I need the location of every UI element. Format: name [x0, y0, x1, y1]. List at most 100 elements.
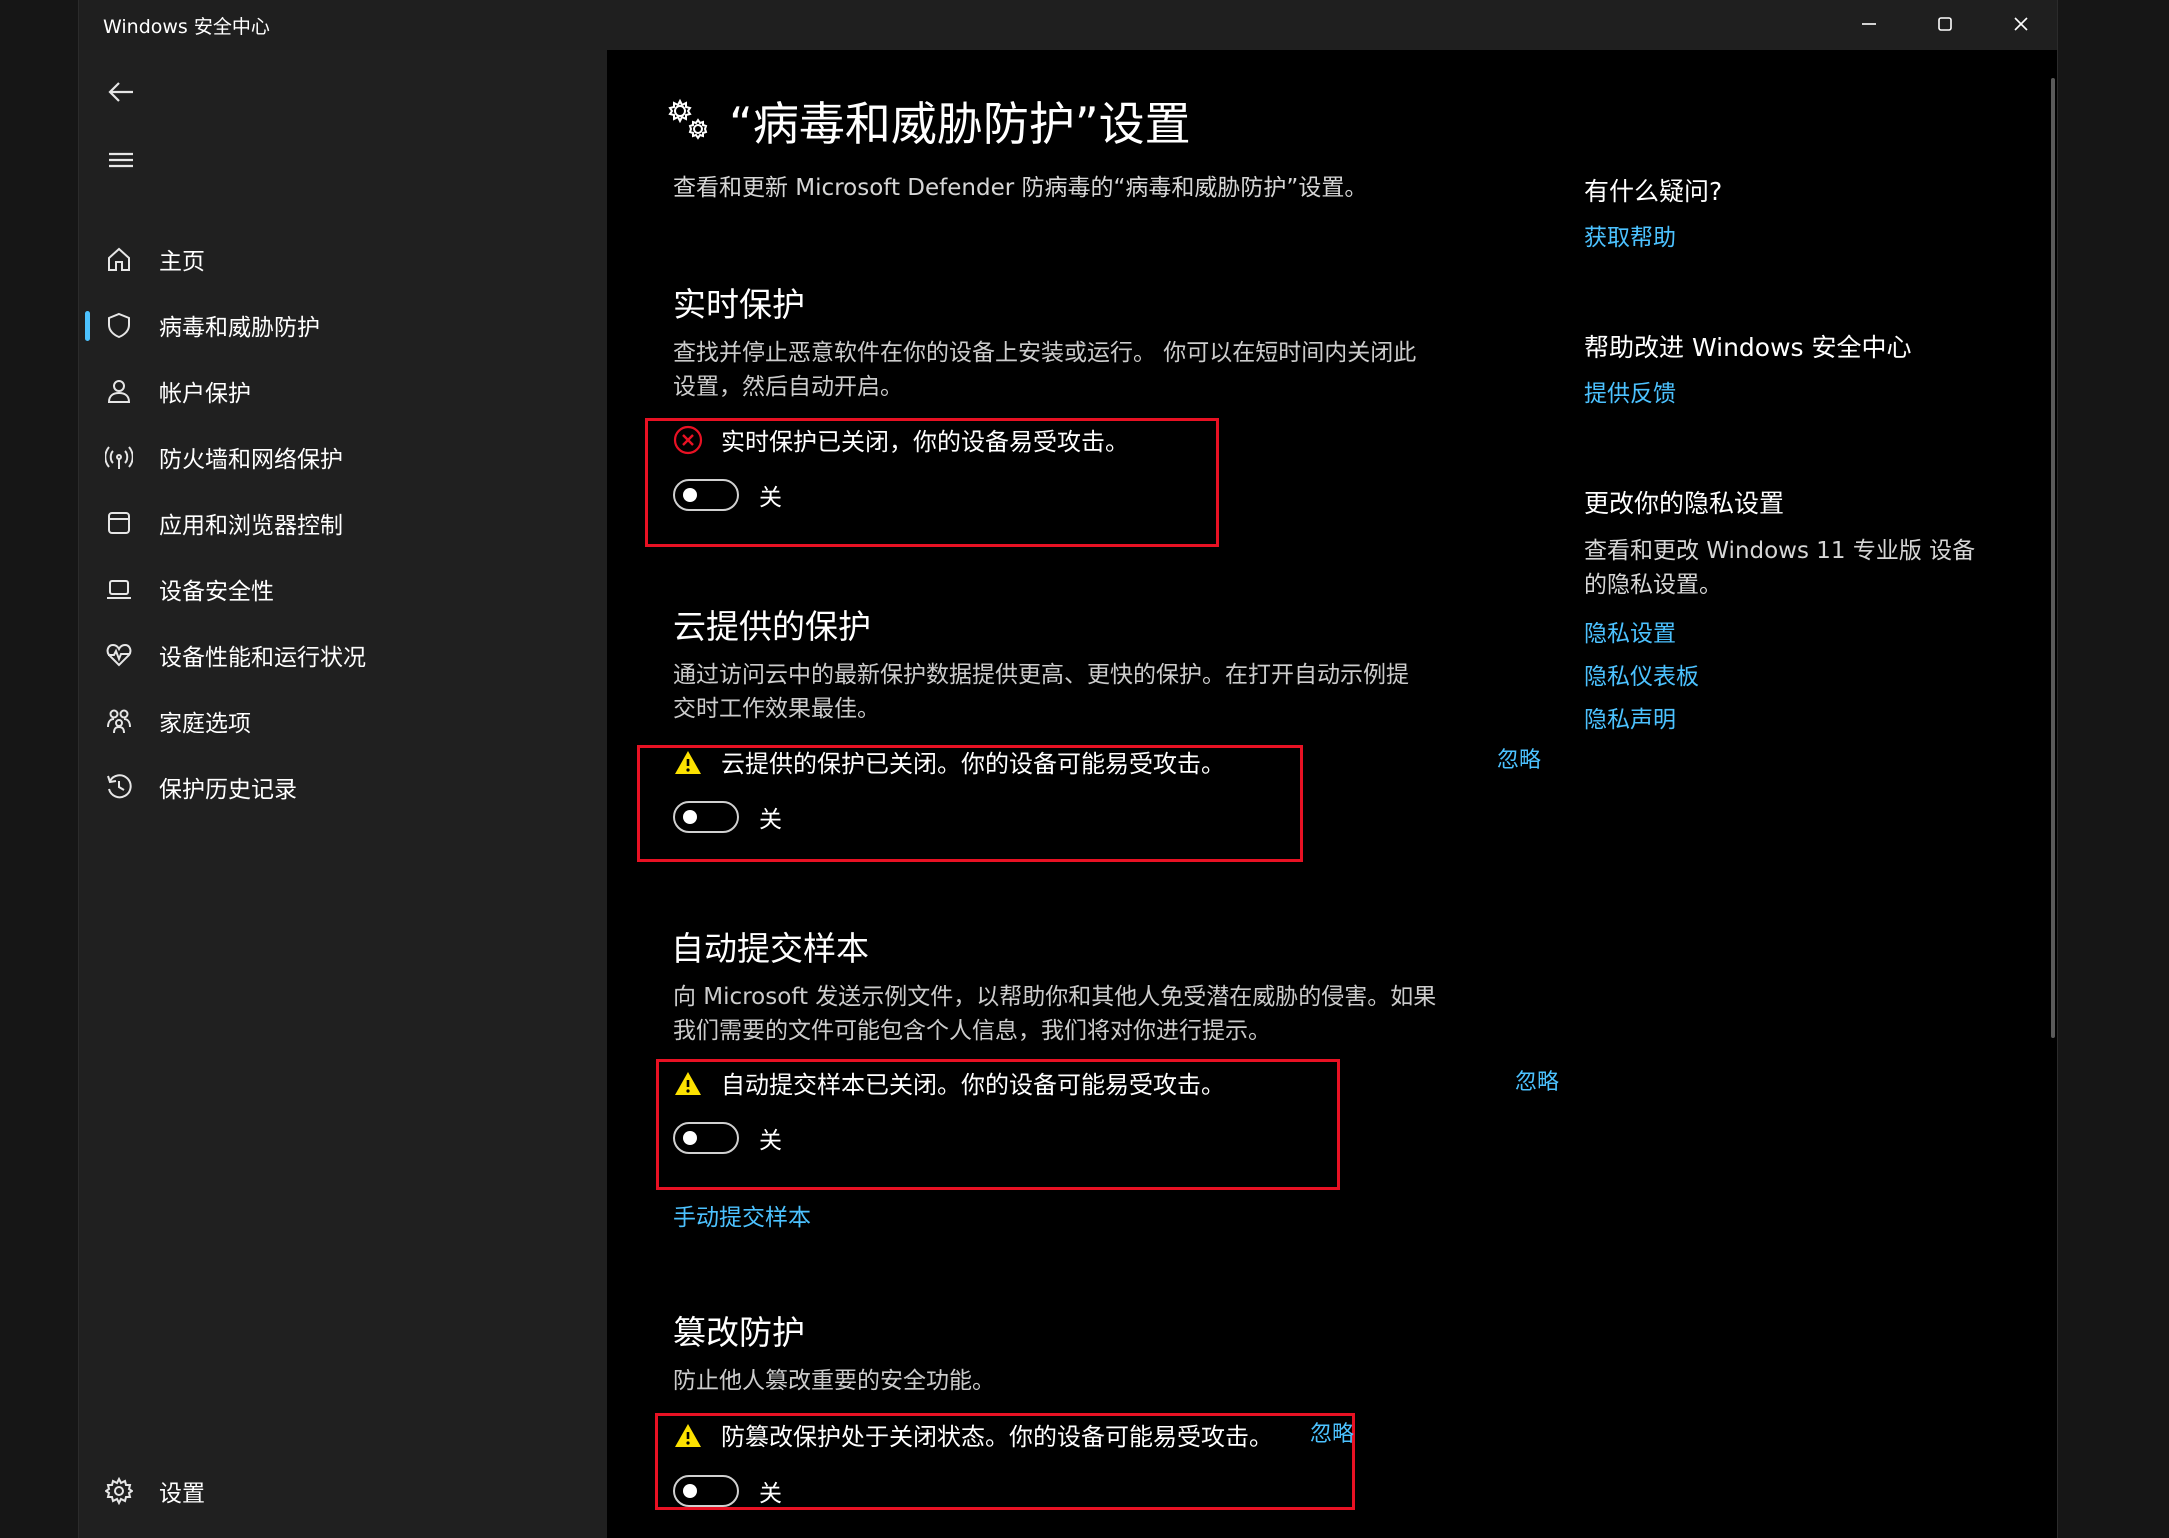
shield-icon	[99, 305, 139, 345]
nav-label: 设备性能和运行状况	[159, 645, 366, 671]
improve-heading: 帮助改进 Windows 安全中心	[1584, 333, 1912, 362]
app-window-icon	[99, 503, 139, 543]
section-title-sample-submission: 自动提交样本	[671, 929, 869, 968]
app-window: Windows 安全中心 主页 病毒和威胁防护 帐户保护 防火墙和网络保护 应用…	[78, 0, 2058, 1538]
sample-submission-toggle[interactable]	[673, 1122, 739, 1154]
privacy-statement-link[interactable]: 隐私声明	[1584, 700, 1676, 734]
scrollbar-thumb[interactable]	[2051, 78, 2055, 1038]
hamburger-icon	[109, 152, 133, 168]
toggle-knob	[683, 488, 697, 502]
alert-text: 防篡改保护处于关闭状态。你的设备可能易受攻击。	[721, 1423, 1273, 1451]
toggle-row-cloud-protection: 关	[673, 800, 782, 834]
wifi-antenna-icon	[99, 437, 139, 477]
page-header: “病毒和威胁防护”设置	[665, 88, 1191, 154]
toggle-state-label: 关	[759, 485, 782, 511]
nav-label: 应用和浏览器控制	[159, 513, 343, 539]
desc-line: 向 Microsoft 发送示例文件，以帮助你和其他人免受潜在威胁的侵害。如果	[673, 984, 1437, 1010]
home-icon	[99, 239, 139, 279]
nav-item-firewall[interactable]: 防火墙和网络保护	[83, 428, 593, 486]
person-icon	[99, 371, 139, 411]
privacy-desc-line: 的隐私设置。	[1584, 572, 1722, 598]
toggle-knob	[683, 1484, 697, 1498]
nav-label: 病毒和威胁防护	[159, 315, 320, 341]
back-button[interactable]	[93, 64, 149, 120]
toggle-row-tamper-protection: 关	[673, 1474, 782, 1508]
nav-label: 家庭选项	[159, 711, 251, 737]
section-desc-realtime-protection: 查找并停止恶意软件在你的设备上安装或运行。 你可以在短时间内关闭此 设置，然后自…	[673, 336, 1503, 404]
gear-icon	[99, 1471, 139, 1511]
minimize-button[interactable]	[1832, 0, 1906, 48]
toggle-row-realtime-protection: 关	[673, 478, 782, 512]
nav-item-home[interactable]: 主页	[83, 230, 593, 288]
desc-line: 防止他人篡改重要的安全功能。	[673, 1368, 995, 1394]
section-desc-tamper-protection: 防止他人篡改重要的安全功能。	[673, 1364, 1503, 1398]
close-icon	[2014, 17, 2028, 31]
history-icon	[99, 767, 139, 807]
warning-triangle-icon	[675, 1423, 701, 1447]
nav-item-protection-history[interactable]: 保护历史记录	[83, 758, 593, 816]
alert-text: 实时保护已关闭，你的设备易受攻击。	[721, 428, 1129, 456]
section-desc-cloud-protection: 通过访问云中的最新保护数据提供更高、更快的保护。在打开自动示例提 交时工作效果最…	[673, 658, 1503, 726]
desc-line: 查找并停止恶意软件在你的设备上安装或运行。 你可以在短时间内关闭此	[673, 340, 1417, 366]
get-help-link[interactable]: 获取帮助	[1584, 218, 1676, 252]
nav-item-device-performance[interactable]: 设备性能和运行状况	[83, 626, 593, 684]
section-title-tamper-protection: 篡改防护	[673, 1313, 805, 1352]
manual-sample-submission-link[interactable]: 手动提交样本	[673, 1198, 811, 1232]
toggle-knob	[683, 810, 697, 824]
toggle-state-label: 关	[759, 807, 782, 833]
active-indicator	[85, 311, 90, 341]
page-title: “病毒和威胁防护”设置	[729, 97, 1191, 151]
alert-sample-submission: 自动提交样本已关闭。你的设备可能易受攻击。	[673, 1065, 1225, 1100]
privacy-settings-link[interactable]: 隐私设置	[1584, 614, 1676, 648]
section-desc-sample-submission: 向 Microsoft 发送示例文件，以帮助你和其他人免受潜在威胁的侵害。如果 …	[673, 980, 1573, 1048]
desc-line: 交时工作效果最佳。	[673, 696, 880, 722]
feedback-link[interactable]: 提供反馈	[1584, 374, 1676, 408]
title-bar: Windows 安全中心	[79, 0, 2057, 50]
privacy-dashboard-link[interactable]: 隐私仪表板	[1584, 657, 1699, 691]
cloud-protection-toggle[interactable]	[673, 801, 739, 833]
family-icon	[99, 701, 139, 741]
warning-triangle-icon	[675, 750, 701, 774]
window-title: Windows 安全中心	[103, 16, 270, 38]
nav-item-family-options[interactable]: 家庭选项	[83, 692, 593, 750]
maximize-button[interactable]	[1908, 0, 1982, 48]
privacy-desc-line: 查看和更改 Windows 11 专业版 设备	[1584, 538, 1976, 564]
alert-realtime-protection: 实时保护已关闭，你的设备易受攻击。	[673, 422, 1129, 457]
nav-label: 主页	[159, 249, 205, 275]
nav-label: 设备安全性	[159, 579, 274, 605]
alert-text: 云提供的保护已关闭。你的设备可能易受攻击。	[721, 750, 1225, 778]
ignore-link-tamper-protection[interactable]: 忽略	[1310, 1416, 1354, 1448]
alert-text: 自动提交样本已关闭。你的设备可能易受攻击。	[721, 1071, 1225, 1099]
ignore-link-sample-submission[interactable]: 忽略	[1515, 1064, 1559, 1096]
arrow-left-icon	[108, 82, 133, 102]
nav-item-device-security[interactable]: 设备安全性	[83, 560, 593, 618]
nav-label: 设置	[159, 1481, 205, 1507]
warning-triangle-icon	[675, 1071, 701, 1095]
desc-line: 设置，然后自动开启。	[673, 374, 903, 400]
maximize-icon	[1938, 17, 1952, 31]
privacy-heading: 更改你的隐私设置	[1584, 489, 1785, 518]
questions-heading: 有什么疑问?	[1584, 177, 1723, 206]
page-description: 查看和更新 Microsoft Defender 防病毒的“病毒和威胁防护”设置…	[673, 175, 1368, 201]
tamper-protection-toggle[interactable]	[673, 1475, 739, 1507]
nav-label: 防火墙和网络保护	[159, 447, 343, 473]
nav-item-app-browser-control[interactable]: 应用和浏览器控制	[83, 494, 593, 552]
sidebar: 主页 病毒和威胁防护 帐户保护 防火墙和网络保护 应用和浏览器控制 设备安全性 …	[79, 50, 607, 1538]
alert-tamper-protection: 防篡改保护处于关闭状态。你的设备可能易受攻击。	[673, 1417, 1273, 1452]
nav-item-virus-protection[interactable]: 病毒和威胁防护	[83, 296, 593, 354]
close-button[interactable]	[1984, 0, 2058, 48]
toggle-row-sample-submission: 关	[673, 1121, 782, 1155]
nav-label: 保护历史记录	[159, 777, 297, 803]
error-circle-icon	[673, 425, 703, 454]
hamburger-menu-button[interactable]	[93, 132, 149, 188]
realtime-protection-toggle[interactable]	[673, 479, 739, 511]
nav-label: 帐户保护	[159, 381, 251, 407]
toggle-knob	[683, 1131, 697, 1145]
minimize-icon	[1862, 23, 1876, 25]
ignore-link-cloud-protection[interactable]: 忽略	[1497, 742, 1541, 774]
desc-line: 我们需要的文件可能包含个人信息，我们将对你进行提示。	[673, 1018, 1271, 1044]
toggle-state-label: 关	[759, 1128, 782, 1154]
nav-item-account-protection[interactable]: 帐户保护	[83, 362, 593, 420]
privacy-description: 查看和更改 Windows 11 专业版 设备 的隐私设置。	[1584, 534, 2004, 602]
nav-item-settings[interactable]: 设置	[83, 1462, 593, 1520]
